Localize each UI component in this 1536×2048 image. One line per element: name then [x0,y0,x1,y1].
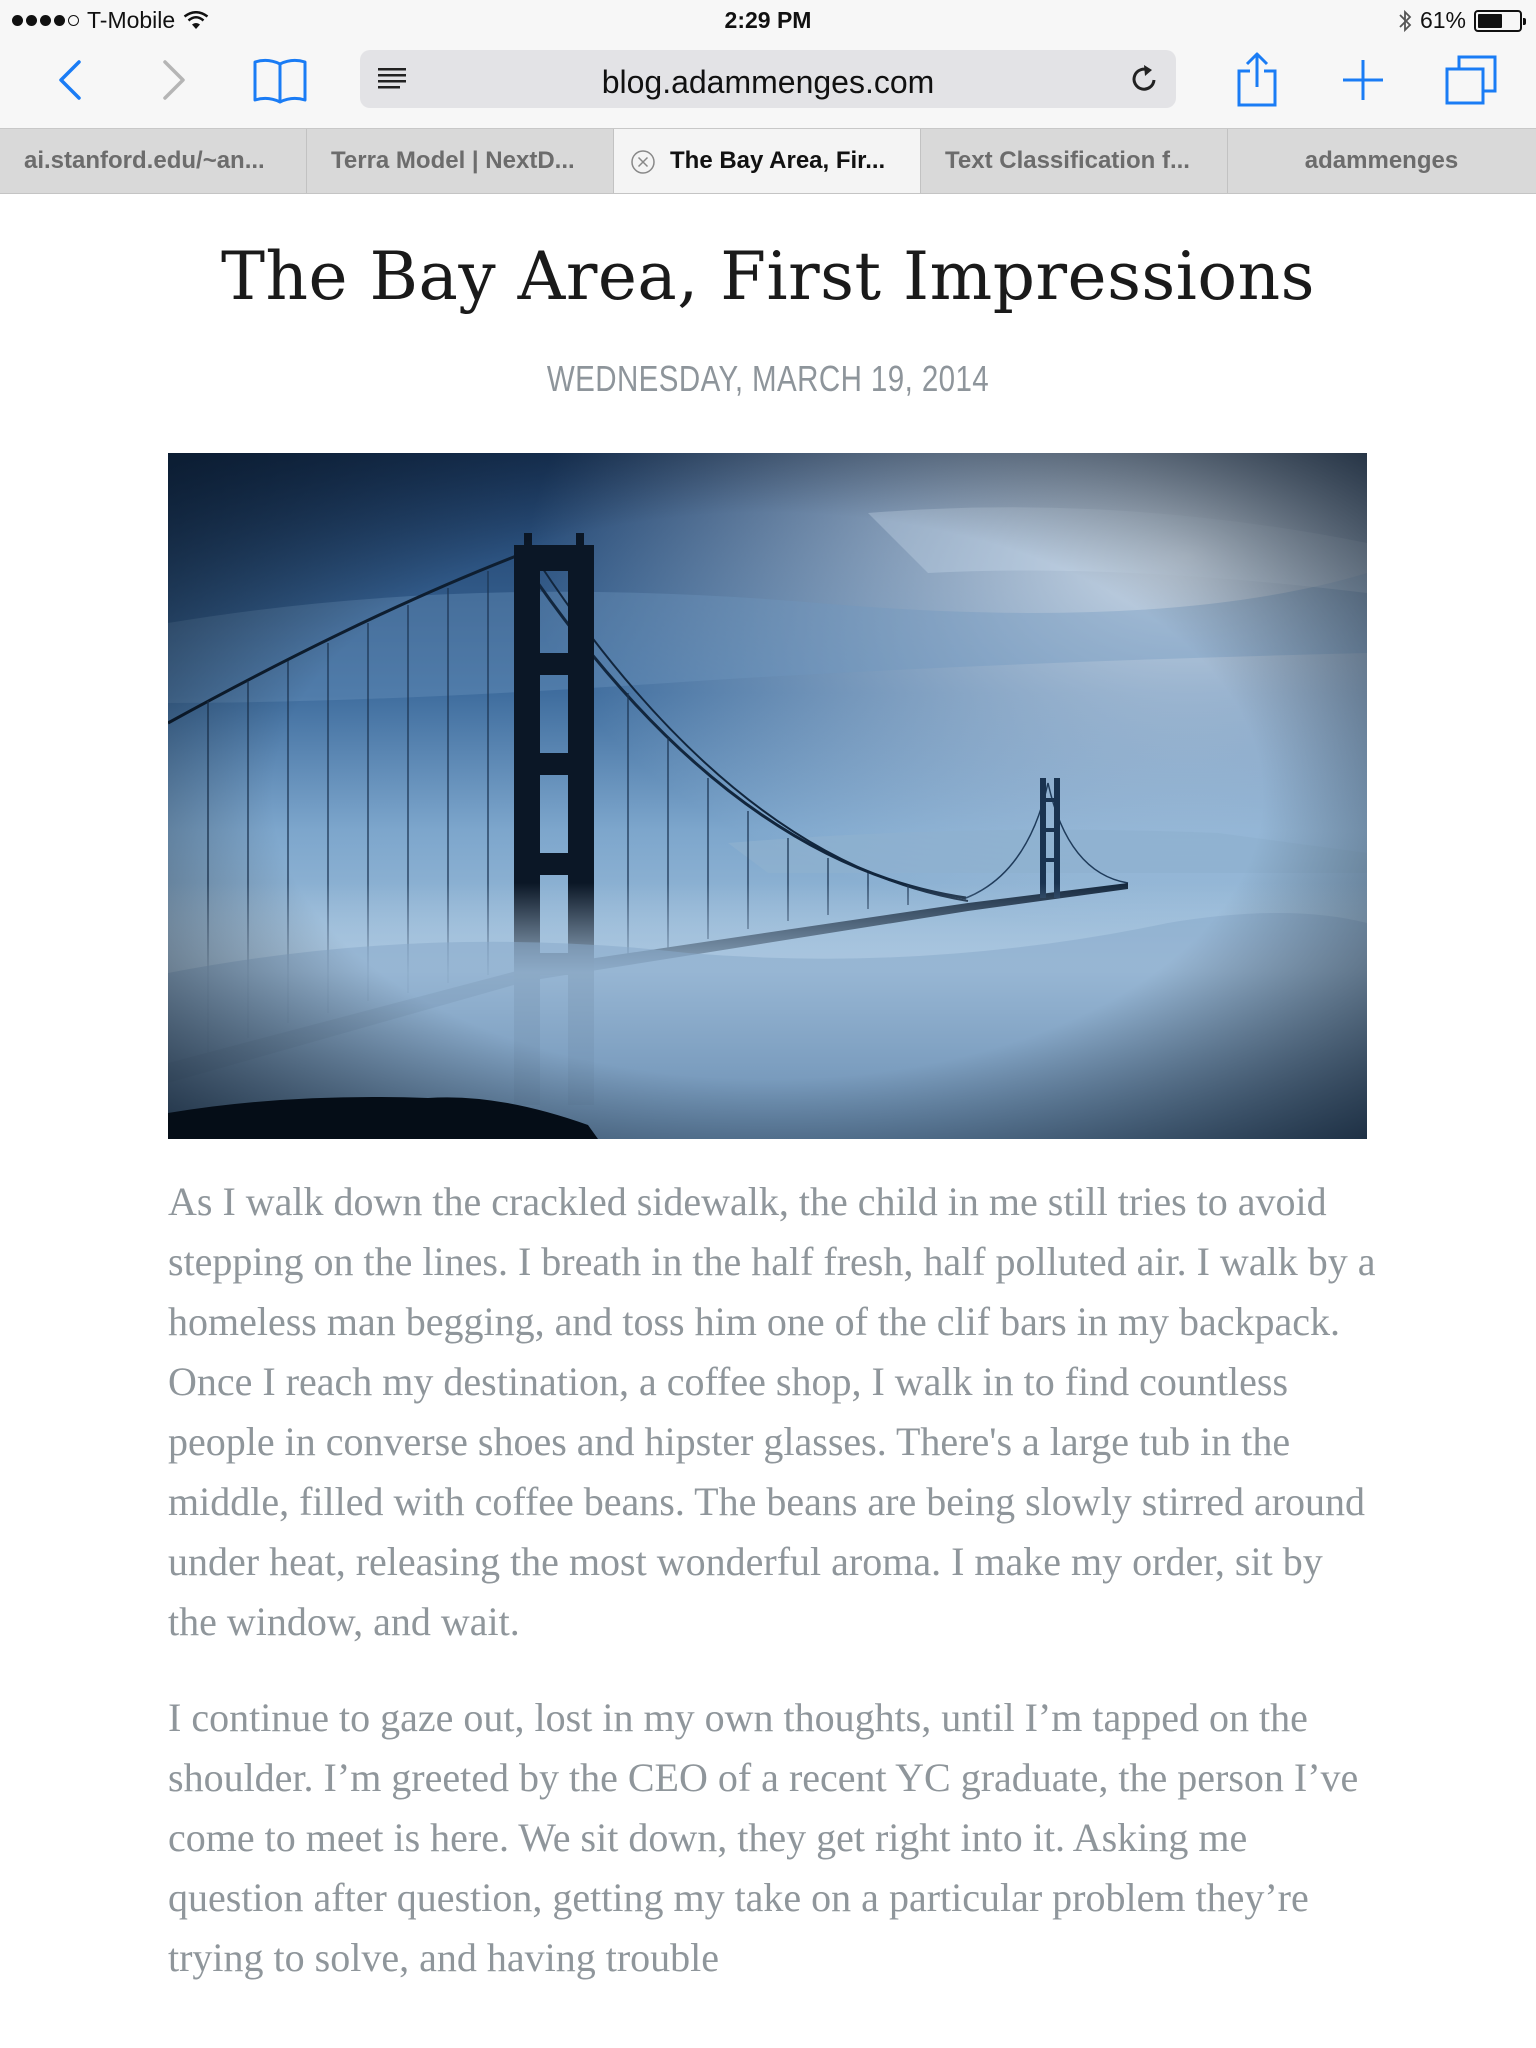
article-paragraph: As I walk down the crackled sidewalk, th… [168,1179,1376,1644]
article-body: As I walk down the crackled sidewalk, th… [168,1172,1378,2024]
tab-label: Text Classification f... [945,147,1190,174]
tab-2-active[interactable]: The Bay Area, Fir... [614,129,921,193]
tab-bar: ai.stanford.edu/~an... Terra Model | Nex… [0,128,1536,194]
tab-label: ai.stanford.edu/~an... [24,147,265,174]
status-right: 61% [1398,7,1526,34]
tabs-overview-button[interactable] [1436,40,1506,120]
share-icon [1237,52,1277,107]
bookmarks-icon [253,58,307,104]
battery-fill [1478,13,1503,28]
hero-image-golden-gate-bridge [168,453,1367,1139]
status-time: 2:29 PM [724,7,812,33]
tab-label: Terra Model | NextD... [331,147,575,174]
tabs-icon [1445,55,1497,105]
reload-icon[interactable] [1128,62,1162,96]
tab-4[interactable]: adammenges [1228,129,1535,193]
article-title: The Bay Area, First Impressions [220,238,1316,315]
tab-label: adammenges [1304,147,1459,174]
status-bar: T-Mobile 2:29 PM 61% [0,0,1536,40]
new-tab-icon [1343,60,1383,100]
article-paragraph: I continue to gaze out, lost in my own t… [168,1695,1359,1980]
tab-0[interactable]: ai.stanford.edu/~an... [0,129,307,193]
back-button[interactable] [40,40,100,120]
close-tab-icon[interactable] [630,149,656,175]
tab-1[interactable]: Terra Model | NextD... [307,129,614,193]
new-tab-button[interactable] [1330,40,1396,120]
tab-label: The Bay Area, Fir... [670,147,886,174]
battery-icon [1474,9,1526,32]
url-text: blog.adammenges.com [601,64,935,100]
battery-percent: 61% [1419,7,1466,33]
forward-icon [163,60,185,100]
article-date: WEDNESDAY, MARCH 19, 2014 [546,358,990,399]
share-button[interactable] [1224,40,1290,120]
address-bar[interactable]: blog.adammenges.com [360,50,1176,108]
bluetooth-icon [1399,9,1412,32]
forward-button[interactable] [144,40,204,120]
bookmarks-button[interactable] [244,40,316,120]
back-icon [59,60,81,100]
tab-3[interactable]: Text Classification f... [921,129,1228,193]
browser-toolbar: blog.adammenges.com [0,40,1536,128]
bridge-illustration [168,453,1367,1139]
page-content: The Bay Area, First Impressions WEDNESDA… [0,194,1536,2048]
